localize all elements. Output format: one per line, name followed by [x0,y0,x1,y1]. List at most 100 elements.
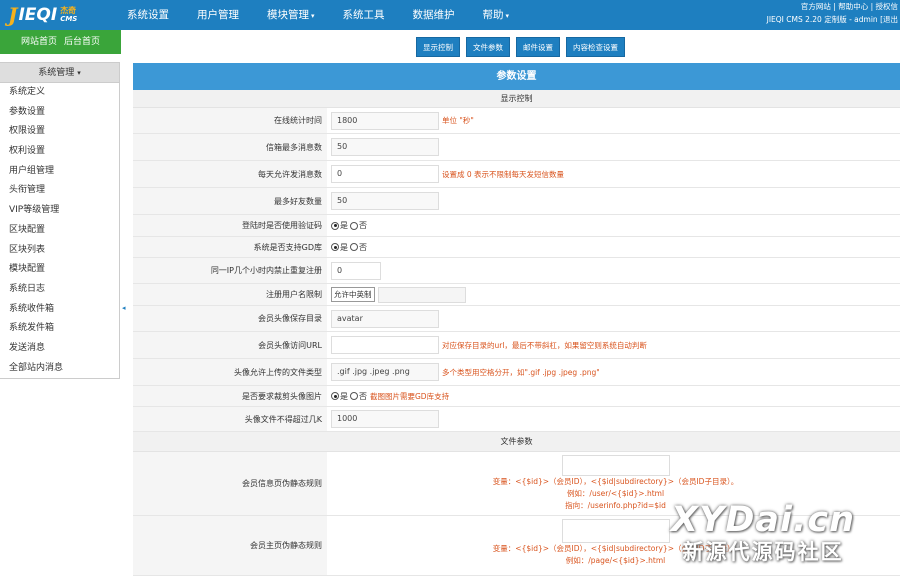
sidebar-item-system-log[interactable]: 系统日志 [0,280,119,300]
field-hint: 多个类型用空格分开，如".gif .jpg .jpeg .png" [442,367,600,377]
caret-down-icon: ▾ [77,69,81,77]
field-hint: 单位 "秒" [442,116,474,125]
rule-note: 例如：/page/<{$id}>.html [565,556,666,565]
sidebar-item-send-message[interactable]: 发送消息 [0,339,119,359]
sidebar-item-rights[interactable]: 权利设置 [0,142,119,162]
member-info-rule-input[interactable] [561,455,670,476]
field-label: 系统是否支持GD库 [133,237,327,257]
max-friends-input[interactable]: 50 [331,192,439,210]
username-limit-select[interactable]: 允许中英制 [331,287,375,302]
help-center-link[interactable]: 帮助中心 [838,2,868,11]
avatar-types-input[interactable]: .gif .jpg .jpeg .png [331,363,439,381]
top-links: 官方网站 | 帮助中心 | 授权信 [800,2,899,11]
field-label: 同一IP几个小时内禁止重复注册 [133,258,327,283]
crop-no-radio[interactable]: 否 [350,391,367,402]
radio-unchecked-icon [350,392,358,400]
nav-label: 模块管理 [267,9,309,21]
admin-home-link[interactable]: 后台首页 [64,37,100,47]
nav-module-management[interactable]: 模块管理 ▾ [253,0,329,30]
field-label: 会员头像访问URL [133,332,327,358]
radio-checked-icon [331,221,339,230]
avatar-url-input[interactable] [331,336,439,354]
sidebar-item-module-config[interactable]: 模块配置 [0,260,119,280]
home-bar: 网站首页 后台首页 [0,30,121,54]
top-right-info: 官方网站 | 帮助中心 | 授权信 JIEQI CMS 2.20 定制版 - a… [767,0,898,26]
form-row: 头像文件不得超过几K 1000 [133,407,900,432]
nav-system-settings[interactable]: 系统设置 [113,0,183,30]
crop-yes-radio[interactable]: 是 [331,391,348,402]
field-label: 登陆时是否使用验证码 [133,215,327,236]
logo-word: IEQI [18,5,58,25]
tab-file-params[interactable]: 文件参数 [466,37,510,57]
nav-help[interactable]: 帮助 ▾ [469,0,524,30]
panel-title: 参数设置 [133,63,900,90]
gd-yes-radio[interactable]: 是 [331,242,348,253]
sidebar-item-vip-levels[interactable]: VIP等级管理 [0,201,119,221]
daily-messages-input[interactable]: 0 [331,165,439,183]
field-label: 头像允许上传的文件类型 [133,359,327,385]
settings-tabs: 显示控制 文件参数 邮件设置 内容检查设置 [416,37,631,57]
sidebar-item-permissions[interactable]: 权限设置 [0,122,119,142]
form-row: 每天允许发消息数 0 设置成 0 表示不限制每天发短信数量 [133,161,900,188]
ip-limit-input[interactable]: 0 [331,261,381,280]
sidebar-item-inbox[interactable]: 系统收件箱 [0,300,119,320]
radio-label: 是 [340,221,348,230]
watermark-sub: 新源代源码社区 [682,540,844,564]
license-link[interactable]: 授权信 [876,2,899,11]
section-display-control: 显示控制 [133,90,900,108]
sidebar-item-block-list[interactable]: 区块列表 [0,241,119,261]
official-site-link[interactable]: 官方网站 [801,2,831,11]
form-row: 系统是否支持GD库 是 否 [133,237,900,258]
nav-label: 系统工具 [342,9,385,21]
sidebar-title: 系统管理 [38,68,75,78]
field-hint: 截图图片需要GD库支持 [370,391,450,401]
nav-system-tools[interactable]: 系统工具 [329,0,399,30]
nav-user-management[interactable]: 用户管理 [183,0,253,30]
nav-label: 用户管理 [197,9,239,21]
field-label: 注册用户名限制 [133,284,327,305]
nav-label: 系统设置 [127,9,169,21]
sidebar-collapse-icon[interactable]: ◂ [122,304,126,312]
avatar-size-input[interactable]: 1000 [331,410,439,428]
member-home-rule-input[interactable] [561,519,670,543]
form-row: 在线统计时间 1800 单位 "秒" [133,108,900,134]
radio-unchecked-icon [350,221,358,230]
sidebar-item-titles[interactable]: 头衔管理 [0,181,119,201]
avatar-dir-input[interactable]: avatar [331,309,439,328]
captcha-no-radio[interactable]: 否 [350,220,367,231]
top-bar: J IEQI 杰奇 CMS 系统设置 用户管理 模块管理 ▾ 系统工具 数据维护 … [0,0,900,30]
site-home-link[interactable]: 网站首页 [21,37,57,47]
logo-mark: J [8,3,18,27]
jieqi-logo[interactable]: J IEQI 杰奇 CMS [8,3,77,27]
gd-no-radio[interactable]: 否 [350,242,367,253]
field-label: 每天允许发消息数 [133,161,327,187]
select-extra-box [377,286,466,303]
logo-cn: 杰奇 [60,6,77,15]
tab-display-control[interactable]: 显示控制 [416,37,460,57]
sidebar-header[interactable]: 系统管理 ▾ [0,63,119,83]
captcha-yes-radio[interactable]: 是 [331,220,348,231]
form-row: 头像允许上传的文件类型 .gif .jpg .jpeg .png 多个类型用空格分… [133,359,900,386]
tab-mail-settings[interactable]: 邮件设置 [516,37,560,57]
max-messages-input[interactable]: 50 [331,138,439,156]
sidebar-item-all-messages[interactable]: 全部站内消息 [0,359,119,379]
field-label: 最多好友数量 [133,188,327,214]
field-label: 会员主页伪静态规则 [133,516,327,575]
rule-note: 指向：/userinfo.php?id=$id [565,501,666,510]
sidebar-item-user-groups[interactable]: 用户组管理 [0,162,119,182]
tab-content-check[interactable]: 内容检查设置 [566,37,625,57]
form-row: 注册用户名限制 允许中英制 [133,284,900,306]
sidebar-item-outbox[interactable]: 系统发件箱 [0,319,119,339]
sidebar: 系统管理 ▾ 系统定义 参数设置 权限设置 权利设置 用户组管理 头衔管理 VIP… [0,62,120,379]
online-time-input[interactable]: 1800 [331,111,439,130]
radio-label: 否 [359,391,367,401]
radio-checked-icon [331,243,339,251]
radio-label: 否 [359,221,367,230]
sidebar-item-block-config[interactable]: 区块配置 [0,221,119,241]
nav-data-maintenance[interactable]: 数据维护 [399,0,469,30]
top-nav: 系统设置 用户管理 模块管理 ▾ 系统工具 数据维护 帮助 ▾ [113,0,523,30]
radio-checked-icon [331,392,339,400]
version-info: JIEQI CMS 2.20 定制版 - admin [退出 [766,15,898,24]
sidebar-item-parameters[interactable]: 参数设置 [0,103,119,123]
sidebar-item-system-define[interactable]: 系统定义 [0,83,119,103]
